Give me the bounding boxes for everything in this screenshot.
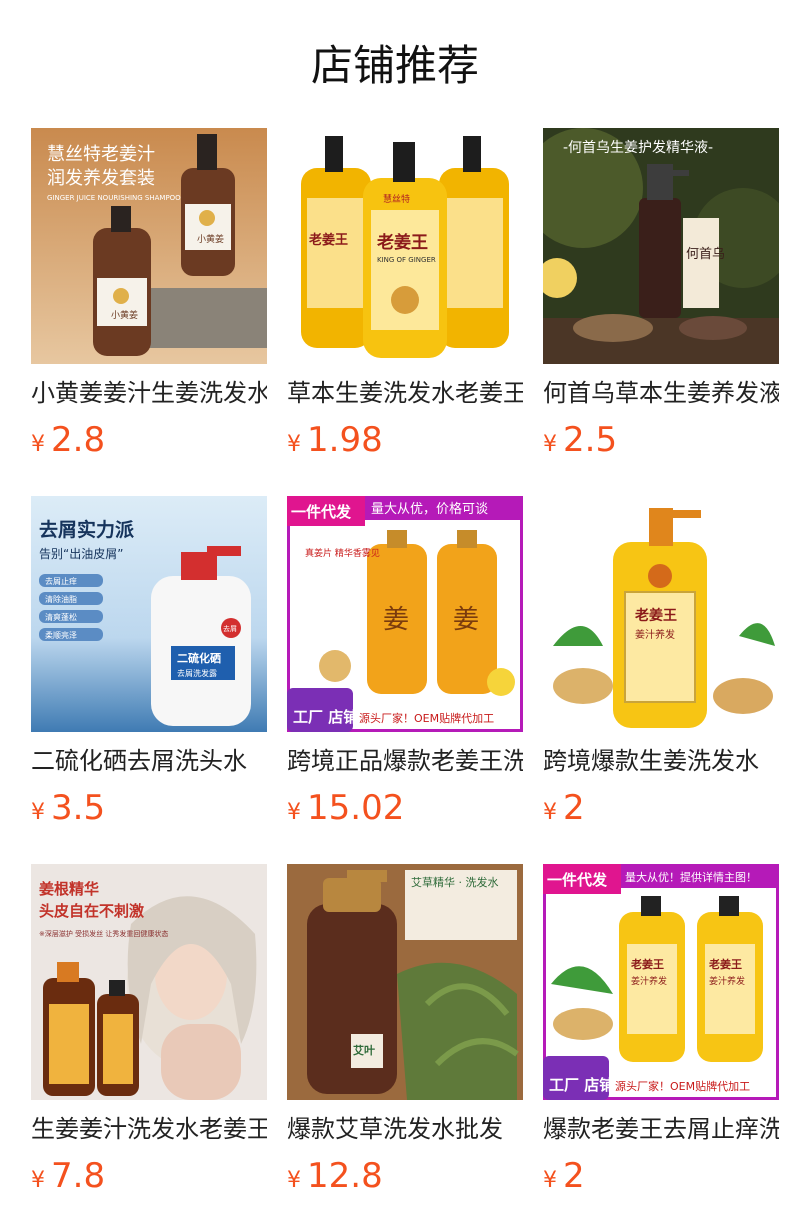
product-card[interactable]: 一件代发 量大从优，价格可谈 姜 姜 真姜片 精华香雾见 工厂 店铺 源头厂家！… — [287, 496, 523, 828]
currency-symbol: ¥ — [31, 1168, 45, 1193]
image-text: 二硫化硒 — [177, 651, 221, 665]
image-text: 老姜王 — [308, 232, 348, 248]
currency-symbol: ¥ — [287, 432, 301, 457]
product-image[interactable]: -何首乌生姜护发精华液- 何首乌 — [543, 128, 779, 364]
product-card[interactable]: 去屑实力派 告别“出油皮屑” 去屑止痒 清除油脂 清爽蓬松 柔顺亮泽 二硫化硒 … — [31, 496, 267, 828]
image-text: 工厂 店铺 — [293, 708, 358, 726]
image-text: 量大从优，价格可谈 — [371, 501, 488, 517]
product-image[interactable]: 艾草精华 · 洗发水 艾叶 — [287, 864, 523, 1100]
price-value: 2.8 — [51, 420, 106, 460]
product-image[interactable]: 姜根精华 头皮自在不刺激 ※深层滋护 受损发丝 让秀发重回健康状态 — [31, 864, 267, 1100]
image-text: 小黄姜 — [111, 309, 138, 321]
product-price: ¥2.5 — [543, 420, 779, 460]
image-text: 何首乌 — [686, 246, 725, 262]
product-name[interactable]: 二硫化硒去屑洗头水 — [31, 746, 267, 776]
product-name[interactable]: 小黄姜姜汁生姜洗发水 — [31, 378, 267, 408]
image-text: 姜根精华 — [39, 880, 99, 898]
image-text: 姜汁养发 — [635, 628, 675, 641]
image-text: GINGER JUICE NOURISHING SHAMPOO — [47, 194, 181, 202]
currency-symbol: ¥ — [31, 432, 45, 457]
product-name[interactable]: 爆款艾草洗发水批发 — [287, 1114, 523, 1144]
price-value: 12.8 — [307, 1156, 383, 1196]
image-text: 姜汁养发 — [631, 975, 667, 987]
currency-symbol: ¥ — [543, 800, 557, 825]
image-text: -何首乌生姜护发精华液- — [563, 140, 713, 156]
image-text: 头皮自在不刺激 — [39, 902, 145, 920]
image-text: 老姜王 — [630, 957, 664, 971]
product-name[interactable]: 生姜姜汁洗发水老姜王 — [31, 1114, 267, 1144]
image-text: 姜 — [383, 605, 409, 635]
image-text: 慧丝特老姜汁 — [47, 144, 155, 165]
image-text: 去屑止痒 — [45, 576, 77, 586]
image-text: 老姜王 — [376, 232, 428, 253]
image-text: 清除油脂 — [45, 594, 77, 604]
image-text: 去屑洗发露 — [177, 668, 217, 678]
currency-symbol: ¥ — [287, 1168, 301, 1193]
product-card[interactable]: -何首乌生姜护发精华液- 何首乌 何首乌草本生姜养发液 ¥2.5 — [543, 128, 779, 460]
image-text: 真姜片 精华香雾见 — [305, 547, 380, 559]
image-text: 去屑实力派 — [39, 518, 135, 541]
image-text: 工厂 店铺 — [549, 1076, 614, 1094]
image-text: 慧丝特 — [383, 193, 410, 205]
product-name[interactable]: 跨境爆款生姜洗发水 — [543, 746, 779, 776]
price-value: 7.8 — [51, 1156, 106, 1196]
image-text: 艾草精华 · 洗发水 — [411, 875, 499, 889]
product-price: ¥1.98 — [287, 420, 523, 460]
product-grid: 慧丝特老姜汁 润发养发套装 GINGER JUICE NOURISHING SH… — [0, 0, 790, 1232]
price-value: 2 — [563, 788, 585, 828]
image-text: 老姜王 — [635, 607, 677, 624]
image-text: 源头厂家！OEM贴牌代加工 — [615, 1079, 750, 1093]
product-name[interactable]: 何首乌草本生姜养发液 — [543, 378, 779, 408]
image-text: 去屑 — [223, 624, 237, 633]
product-image[interactable]: 一件代发 量大从优！提供详情主图！ 老姜王 姜汁养发 老姜王 姜汁养发 工厂 店… — [543, 864, 779, 1100]
image-text: 一件代发 — [547, 871, 608, 889]
product-price: ¥12.8 — [287, 1156, 523, 1196]
image-text: 一件代发 — [291, 503, 352, 521]
image-text: 姜汁养发 — [709, 975, 745, 987]
product-price: ¥2 — [543, 788, 779, 828]
currency-symbol: ¥ — [543, 432, 557, 457]
image-text: 小黄姜 — [197, 233, 224, 245]
image-text: 柔顺亮泽 — [45, 630, 77, 640]
product-image[interactable]: 老姜王 姜汁养发 — [543, 496, 779, 732]
product-name[interactable]: 爆款老姜王去屑止痒洗发水 — [543, 1114, 779, 1144]
image-text: 润发养发套装 — [47, 168, 155, 189]
product-price: ¥15.02 — [287, 788, 523, 828]
product-image[interactable]: 慧丝特老姜汁 润发养发套装 GINGER JUICE NOURISHING SH… — [31, 128, 267, 364]
image-text: ※深层滋护 受损发丝 让秀发重回健康状态 — [39, 929, 168, 938]
image-text: 清爽蓬松 — [45, 612, 77, 622]
image-text: 艾叶 — [353, 1043, 375, 1057]
product-price: ¥2 — [543, 1156, 779, 1196]
product-card[interactable]: 艾草精华 · 洗发水 艾叶 爆款艾草洗发水批发 ¥12.8 — [287, 864, 523, 1196]
price-value: 15.02 — [307, 788, 405, 828]
currency-symbol: ¥ — [287, 800, 301, 825]
image-text: 源头厂家！OEM贴牌代加工 — [359, 711, 494, 725]
price-value: 2.5 — [563, 420, 618, 460]
product-image[interactable]: 慧丝特 老姜王 KING OF GINGER 老姜王 — [287, 128, 523, 364]
image-text: KING OF GINGER — [377, 256, 436, 264]
product-card[interactable]: 姜根精华 头皮自在不刺激 ※深层滋护 受损发丝 让秀发重回健康状态 生姜姜汁洗发… — [31, 864, 267, 1196]
product-name[interactable]: 草本生姜洗发水老姜王 — [287, 378, 523, 408]
price-value: 1.98 — [307, 420, 383, 460]
image-text: 姜 — [453, 605, 479, 635]
image-text: 量大从优！提供详情主图！ — [625, 870, 757, 884]
product-card[interactable]: 慧丝特老姜汁 润发养发套装 GINGER JUICE NOURISHING SH… — [31, 128, 267, 460]
currency-symbol: ¥ — [543, 1168, 557, 1193]
product-card[interactable]: 慧丝特 老姜王 KING OF GINGER 老姜王 草本生姜洗发水老姜王 ¥1… — [287, 128, 523, 460]
product-price: ¥2.8 — [31, 420, 267, 460]
product-card[interactable]: 一件代发 量大从优！提供详情主图！ 老姜王 姜汁养发 老姜王 姜汁养发 工厂 店… — [543, 864, 779, 1196]
product-name[interactable]: 跨境正品爆款老姜王洗发水 — [287, 746, 523, 776]
price-value: 2 — [563, 1156, 585, 1196]
product-card[interactable]: 老姜王 姜汁养发 跨境爆款生姜洗发水 ¥2 — [543, 496, 779, 828]
product-price: ¥3.5 — [31, 788, 267, 828]
image-text: 老姜王 — [708, 957, 742, 971]
currency-symbol: ¥ — [31, 800, 45, 825]
product-image[interactable]: 去屑实力派 告别“出油皮屑” 去屑止痒 清除油脂 清爽蓬松 柔顺亮泽 二硫化硒 … — [31, 496, 267, 732]
product-price: ¥7.8 — [31, 1156, 267, 1196]
price-value: 3.5 — [51, 788, 106, 828]
image-text: 告别“出油皮屑” — [39, 547, 123, 561]
product-image[interactable]: 一件代发 量大从优，价格可谈 姜 姜 真姜片 精华香雾见 工厂 店铺 源头厂家！… — [287, 496, 523, 732]
